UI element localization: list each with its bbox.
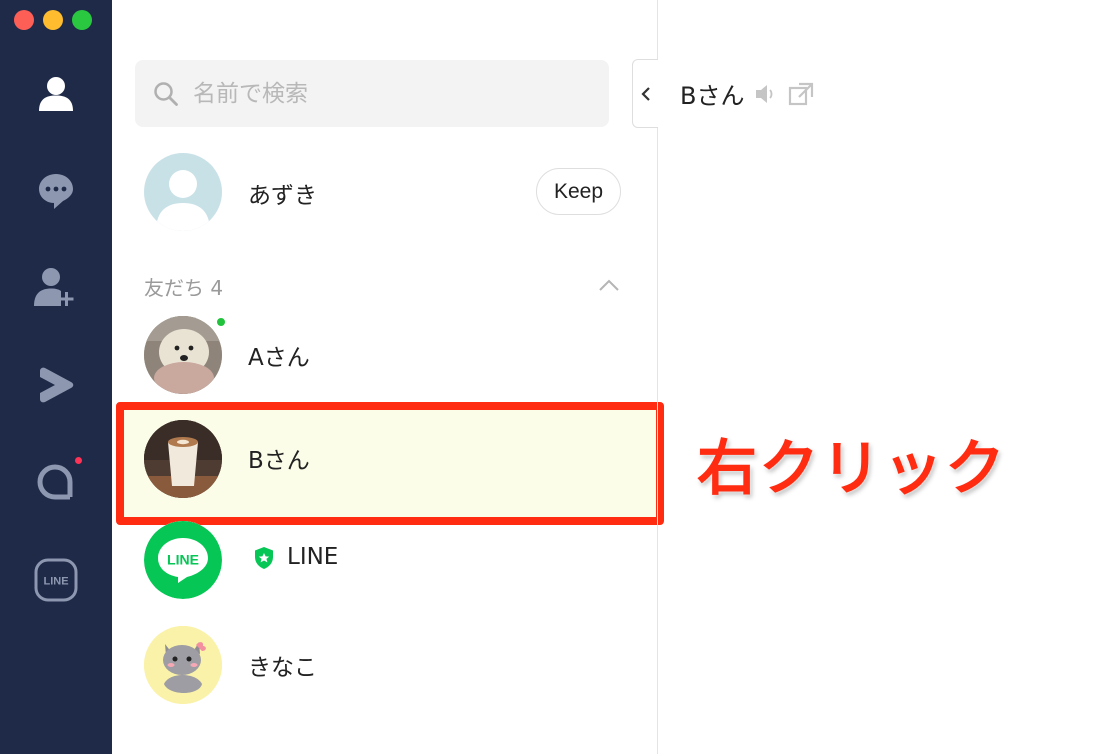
line-logo-avatar: LINE <box>144 521 222 599</box>
line-icon: LINE <box>34 558 78 602</box>
chats-icon <box>39 174 73 209</box>
nav-add-friend[interactable] <box>26 258 86 318</box>
speaker-icon[interactable] <box>754 83 778 105</box>
nav-openchat[interactable] <box>26 451 86 511</box>
window-close-button[interactable] <box>14 10 34 30</box>
window-minimize-button[interactable] <box>43 10 63 30</box>
chevron-up-icon[interactable] <box>598 278 620 292</box>
cat-illustration-avatar <box>144 626 222 704</box>
search-box[interactable] <box>135 60 609 127</box>
avatar <box>144 420 222 498</box>
nav-voom[interactable] <box>26 355 86 415</box>
online-indicator <box>216 317 226 327</box>
nav-friends[interactable] <box>26 64 86 124</box>
openchat-icon <box>37 464 73 500</box>
add-friend-icon <box>34 268 74 306</box>
friend-name: LINE <box>287 544 339 570</box>
sidebar-rail: LINE <box>0 0 112 754</box>
coffee-photo-avatar <box>144 420 222 498</box>
official-badge-icon <box>255 547 273 569</box>
avatar: LINE <box>144 521 222 599</box>
search-icon <box>154 81 178 106</box>
avatar <box>144 626 222 704</box>
friend-name: Bさん <box>248 448 310 474</box>
svg-text:LINE: LINE <box>167 552 199 568</box>
collapse-list-button[interactable] <box>632 59 658 128</box>
open-external-icon[interactable] <box>788 82 814 106</box>
nav-chats[interactable] <box>26 161 86 221</box>
voom-icon <box>40 367 74 403</box>
chat-title: Bさん <box>680 82 745 110</box>
friend-name: Aさん <box>248 345 310 371</box>
search-input[interactable] <box>193 80 593 107</box>
avatar <box>144 316 222 394</box>
profile-name: あずき <box>248 183 317 209</box>
svg-text:LINE: LINE <box>43 576 68 588</box>
nav-line[interactable]: LINE <box>26 550 86 610</box>
chat-header: Bさん <box>680 76 814 111</box>
dog-photo-avatar <box>144 316 222 394</box>
friends-icon <box>39 77 73 111</box>
notification-dot <box>75 457 82 464</box>
friend-name: きなこ <box>248 655 317 681</box>
friends-section-title: 友だち 4 <box>144 276 224 300</box>
window-zoom-button[interactable] <box>72 10 92 30</box>
chevron-left-icon <box>640 86 650 101</box>
avatar <box>144 153 222 231</box>
friend-list-panel: あずき Keep 友だち 4 Aさん <box>112 0 664 754</box>
keep-button[interactable]: Keep <box>536 168 621 215</box>
right-click-annotation: 右クリック <box>697 434 1007 504</box>
default-avatar-icon <box>156 170 210 231</box>
